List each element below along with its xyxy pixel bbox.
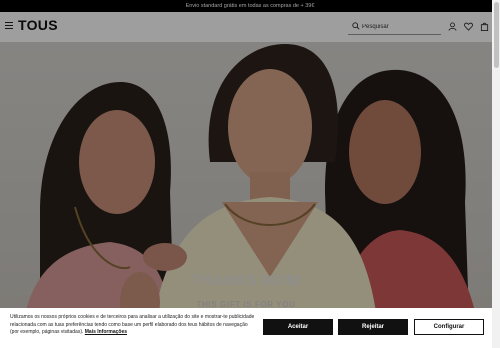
accept-button[interactable]: Aceitar [263, 319, 333, 335]
reject-button[interactable]: Rejeitar [338, 319, 408, 335]
modal-overlay [0, 0, 492, 348]
more-info-link[interactable]: Mais Informações [85, 329, 127, 335]
page-scrollbar[interactable] [492, 0, 500, 348]
cookie-message: Utilizamos os nossos próprios cookies e … [10, 314, 255, 336]
cookie-text: Utilizamos os nossos próprios cookies e … [10, 314, 255, 337]
scrollbar-thumb[interactable] [493, 2, 499, 68]
configure-button[interactable]: Configurar [414, 319, 484, 335]
cookie-banner: Utilizamos os nossos próprios cookies e … [0, 308, 492, 348]
